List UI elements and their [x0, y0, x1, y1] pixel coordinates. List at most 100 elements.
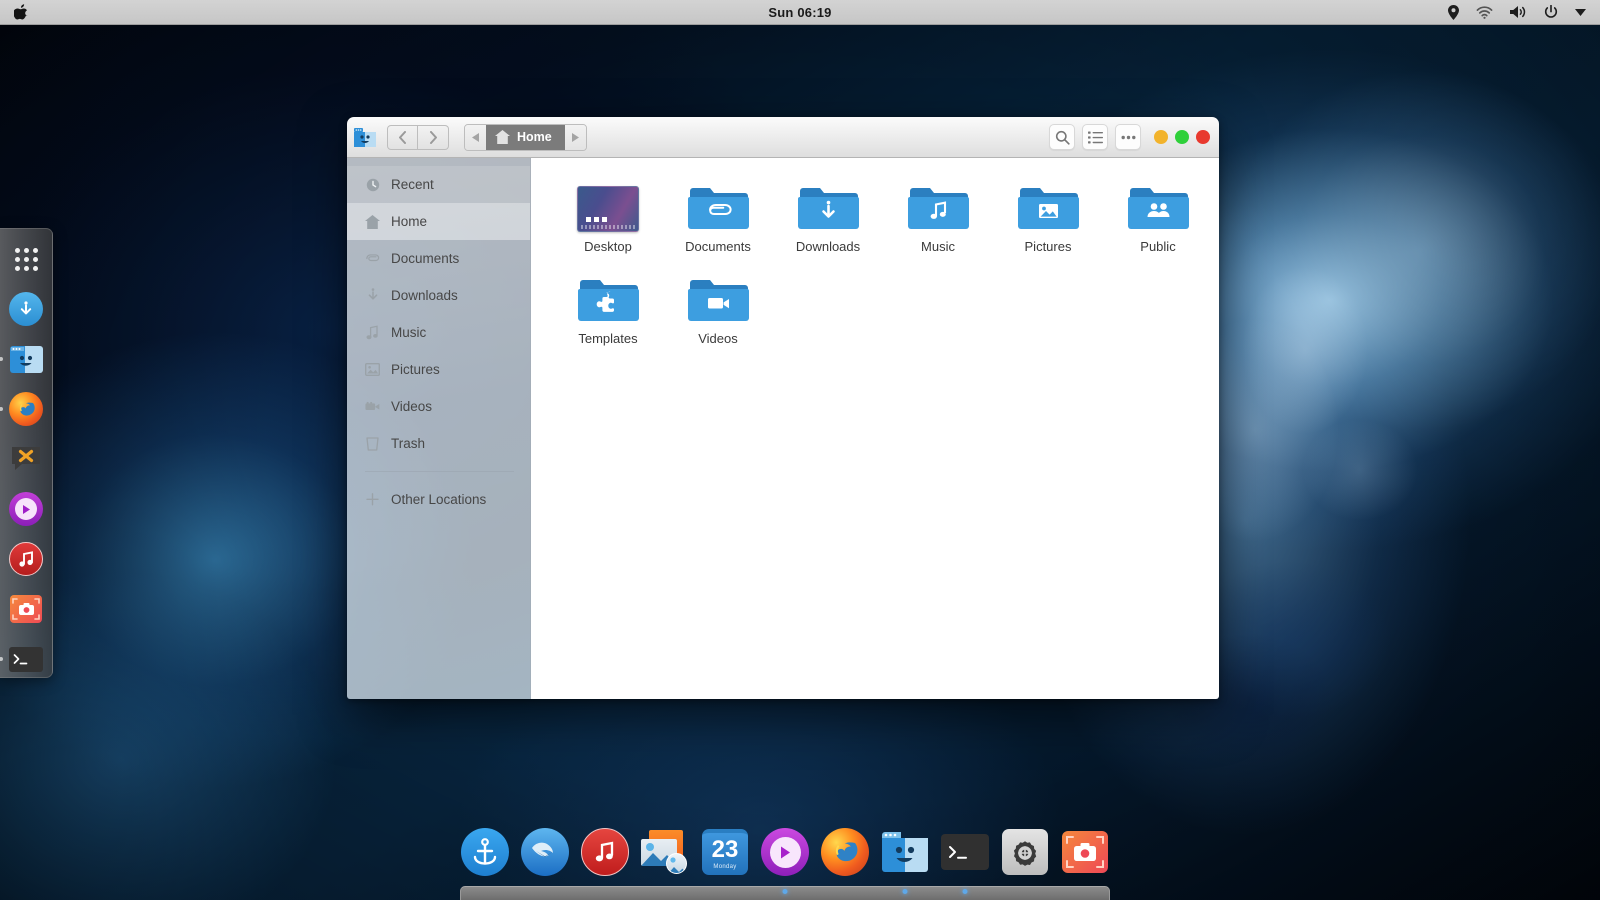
- sidebar-item-label: Recent: [391, 177, 434, 192]
- video-icon: [365, 399, 380, 414]
- file-grid[interactable]: Desktop Documents: [531, 158, 1219, 699]
- file-label: Videos: [698, 331, 738, 346]
- picture-icon: [365, 362, 380, 377]
- documents-icon: [365, 251, 380, 266]
- file-item-templates[interactable]: Templates: [553, 268, 663, 346]
- folder-icon: [688, 268, 749, 324]
- music-icon[interactable]: [8, 541, 44, 577]
- file-item-public[interactable]: Public: [1103, 176, 1213, 254]
- forward-button[interactable]: [418, 125, 449, 150]
- sidebar-item-music[interactable]: Music: [347, 314, 530, 351]
- left-dock: [0, 228, 53, 678]
- home-icon: [365, 214, 380, 229]
- image-viewer-icon[interactable]: [640, 826, 690, 878]
- file-manager-icon[interactable]: [880, 826, 930, 878]
- window-controls: [1154, 130, 1210, 144]
- calendar-day: 23: [712, 838, 739, 862]
- trash-icon: [365, 436, 380, 451]
- app-grid-icon[interactable]: [8, 241, 44, 277]
- file-manager-window: Home: [347, 117, 1219, 699]
- breadcrumb: Home: [464, 124, 587, 151]
- sidebar-item-label: Music: [391, 325, 426, 340]
- file-label: Public: [1140, 239, 1175, 254]
- file-item-videos[interactable]: Videos: [663, 268, 773, 346]
- screenshot-icon[interactable]: [1060, 826, 1110, 878]
- sidebar-item-downloads[interactable]: Downloads: [347, 277, 530, 314]
- sidebar-item-label: Downloads: [391, 288, 458, 303]
- media-player-icon[interactable]: [8, 491, 44, 527]
- breadcrumb-item-home[interactable]: Home: [486, 125, 565, 150]
- file-manager-icon[interactable]: [8, 341, 44, 377]
- thunderbird-icon[interactable]: [520, 826, 570, 878]
- music-icon[interactable]: [580, 826, 630, 878]
- calendar-icon[interactable]: 23 Monday: [700, 826, 750, 878]
- file-manager-icon: [354, 127, 376, 147]
- sidebar-divider: [365, 471, 514, 472]
- anchor-icon[interactable]: [460, 826, 510, 878]
- file-label: Downloads: [796, 239, 860, 254]
- sidebar-item-label: Documents: [391, 251, 459, 266]
- screenshot-icon[interactable]: [8, 591, 44, 627]
- file-label: Music: [921, 239, 955, 254]
- folder-icon: [578, 268, 639, 324]
- location-icon[interactable]: [1448, 5, 1459, 20]
- sidebar-item-documents[interactable]: Documents: [347, 240, 530, 277]
- top-menu-bar: Sun 06:19: [0, 0, 1600, 25]
- file-manager-body: Recent Home Documents: [347, 158, 1219, 699]
- file-item-documents[interactable]: Documents: [663, 176, 773, 254]
- folder-icon: [1128, 176, 1189, 232]
- menubar-clock: Sun 06:19: [0, 5, 1600, 20]
- sidebar-item-videos[interactable]: Videos: [347, 388, 530, 425]
- file-item-downloads[interactable]: Downloads: [773, 176, 883, 254]
- file-label: Templates: [578, 331, 637, 346]
- minimize-button[interactable]: [1154, 130, 1168, 144]
- search-button[interactable]: [1049, 124, 1075, 150]
- breadcrumb-label: Home: [517, 130, 552, 144]
- folder-icon: [908, 176, 969, 232]
- file-label: Documents: [685, 239, 751, 254]
- downloader-icon[interactable]: [8, 291, 44, 327]
- wifi-icon[interactable]: [1476, 6, 1493, 19]
- terminal-icon[interactable]: [8, 641, 44, 677]
- file-item-music[interactable]: Music: [883, 176, 993, 254]
- file-manager-titlebar: Home: [347, 117, 1219, 158]
- list-view-button[interactable]: [1082, 124, 1108, 150]
- sidebar-item-label: Trash: [391, 436, 425, 451]
- close-button[interactable]: [1196, 130, 1210, 144]
- running-indicator: [0, 657, 3, 661]
- folder-icon: [688, 176, 749, 232]
- sidebar-item-recent[interactable]: Recent: [347, 166, 530, 203]
- sidebar-item-label: Videos: [391, 399, 432, 414]
- photo-icon: [1039, 204, 1058, 218]
- sidebar-item-label: Home: [391, 214, 427, 229]
- volume-icon[interactable]: [1510, 5, 1527, 19]
- sidebar-item-home[interactable]: Home: [347, 203, 530, 240]
- file-item-desktop[interactable]: Desktop: [553, 176, 663, 254]
- terminal-icon[interactable]: [940, 826, 990, 878]
- back-button[interactable]: [387, 125, 418, 150]
- sidebar-item-trash[interactable]: Trash: [347, 425, 530, 462]
- folder-icon: [1018, 176, 1079, 232]
- power-icon[interactable]: [1544, 5, 1558, 19]
- menu-button[interactable]: [1115, 124, 1141, 150]
- bottom-dock: 23 Monday: [460, 820, 1110, 900]
- navigation-buttons: [387, 125, 449, 150]
- folder-icon: [798, 176, 859, 232]
- path-next-button[interactable]: [565, 125, 586, 150]
- chat-icon[interactable]: [8, 441, 44, 477]
- firefox-icon[interactable]: [820, 826, 870, 878]
- media-player-icon[interactable]: [760, 826, 810, 878]
- settings-icon[interactable]: [1000, 826, 1050, 878]
- file-label: Desktop: [584, 239, 632, 254]
- running-indicator: [783, 889, 788, 894]
- maximize-button[interactable]: [1175, 130, 1189, 144]
- chevron-down-icon[interactable]: [1575, 9, 1586, 16]
- sidebar-item-other-locations[interactable]: Other Locations: [347, 481, 530, 518]
- path-prev-button[interactable]: [465, 125, 486, 150]
- file-label: Pictures: [1025, 239, 1072, 254]
- firefox-icon[interactable]: [8, 391, 44, 427]
- sidebar-item-label: Pictures: [391, 362, 440, 377]
- apple-logo-icon[interactable]: [14, 4, 28, 20]
- file-item-pictures[interactable]: Pictures: [993, 176, 1103, 254]
- sidebar-item-pictures[interactable]: Pictures: [347, 351, 530, 388]
